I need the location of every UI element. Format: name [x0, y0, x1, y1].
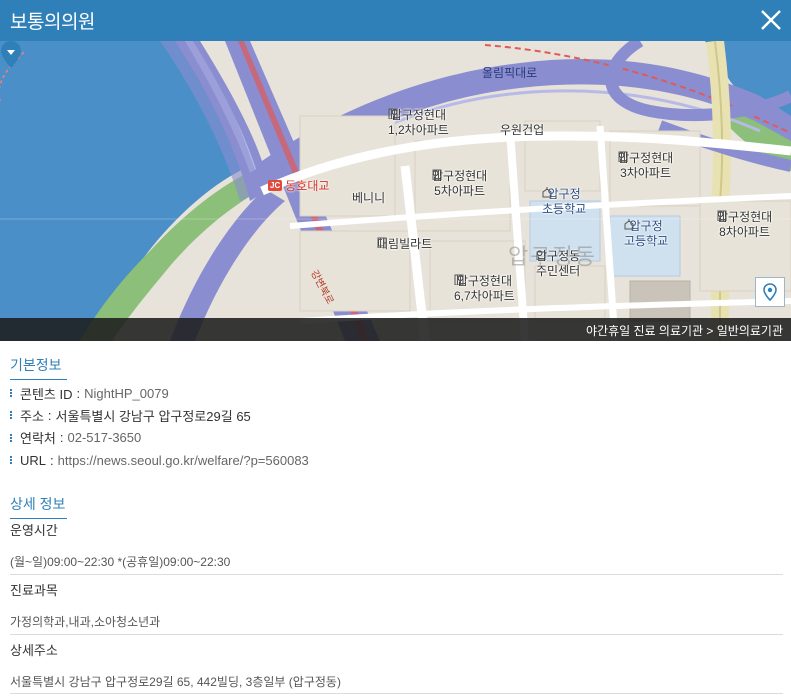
map-label-hyundai-8: 압구정현대 8차아파트: [717, 210, 773, 239]
map-label-daerim: 대림빌라트: [377, 237, 433, 251]
bullet-icon: [10, 433, 14, 442]
detail-label: 진료과목: [10, 583, 58, 598]
category-breadcrumb: 야간휴일 진료 의료기관 > 일반의료기관: [586, 324, 783, 338]
detail-info-title: 상세 정보: [10, 494, 67, 519]
road-label-olympic: 올림픽대로: [482, 66, 538, 80]
map-label-hyundai-3: 압구정현대 3차아파트: [618, 151, 674, 180]
title-bar: 보통의의원: [0, 0, 791, 41]
map-label-benini: 베니니: [352, 191, 386, 205]
jc-badge: JC: [268, 179, 283, 191]
page-title: 보통의의원: [10, 12, 95, 33]
detail-value: (월~일)09:00~22:30 *(공휴일)09:00~22:30: [10, 555, 231, 569]
building-icon: [618, 151, 628, 162]
map-label-uwon: 우원건업: [500, 123, 545, 137]
detail-value: 서울특별시 강남구 압구정로29길 65, 442빌딩, 3층일부 (압구정동): [10, 675, 341, 689]
detail-address: 상세주소 서울특별시 강남구 압구정로29길 65, 442빌딩, 3층일부 (…: [10, 640, 783, 690]
my-location-icon: [763, 283, 777, 302]
bullet-icon: [10, 456, 14, 465]
building-icon: [388, 108, 398, 119]
url-link[interactable]: https://news.seoul.go.kr/welfare/?p=5600…: [58, 453, 309, 468]
map-label-high-school: 압구정 고등학교: [624, 219, 669, 248]
close-button[interactable]: [759, 8, 783, 32]
building-icon: [432, 169, 442, 180]
divider: [10, 634, 783, 635]
detail-label: 운영시간: [10, 523, 58, 538]
location-pin-icon[interactable]: [0, 41, 22, 69]
detail-departments: 진료과목 가정의학과,내과,소아청소년과: [10, 580, 783, 630]
government-icon: [536, 251, 546, 260]
bullet-icon: [10, 389, 14, 398]
map-label-elem-school: 압구정 초등학교: [542, 187, 587, 216]
building-icon: [717, 210, 727, 221]
detail-value: 가정의학과,내과,소아청소년과: [10, 615, 161, 629]
info-address: 주소 : 서울특별시 강남구 압구정로29길 65: [10, 404, 770, 426]
building-icon: [454, 274, 464, 285]
bullet-icon: [10, 411, 14, 420]
my-location-button[interactable]: [755, 277, 785, 307]
info-url: URL : https://news.seoul.go.kr/welfare/?…: [10, 449, 770, 471]
info-content-id: 콘텐츠 ID : NightHP_0079: [10, 382, 770, 404]
map-canvas: [0, 41, 791, 341]
map-label-community-center: 압구정동 주민센터: [536, 249, 581, 278]
school-icon: [624, 219, 634, 230]
divider: [10, 574, 783, 575]
basic-info-section: 기본정보: [10, 355, 67, 380]
map-label-hyundai-67: 압구정현대 6,7차아파트: [454, 274, 515, 303]
basic-info-title: 기본정보: [10, 355, 67, 380]
map-label-hyundai-5: 압구정현대 5차아파트: [432, 169, 488, 198]
map-view[interactable]: 올림픽대로 강변북로 압구정동 JC 동호대교 압구정현대 1,2차아파트 우원…: [0, 41, 791, 341]
school-icon: [542, 187, 552, 198]
detail-info-section: 상세 정보: [10, 494, 67, 519]
detail-label: 상세주소: [10, 643, 58, 658]
jc-name: 동호대교: [285, 178, 330, 193]
map-label-hyundai-12: 압구정현대 1,2차아파트: [388, 108, 449, 137]
basic-info-list: 콘텐츠 ID : NightHP_0079 주소 : 서울특별시 강남구 압구정…: [10, 382, 770, 471]
junction-label: JC 동호대교: [268, 178, 330, 193]
detail-hours: 운영시간 (월~일)09:00~22:30 *(공휴일)09:00~22:30: [10, 520, 783, 570]
building-icon: [377, 237, 387, 248]
close-icon: [761, 10, 781, 30]
map-category-bar: 야간휴일 진료 의료기관 > 일반의료기관: [0, 318, 791, 341]
divider: [10, 693, 783, 694]
info-contact: 연락처 : 02-517-3650: [10, 427, 770, 449]
